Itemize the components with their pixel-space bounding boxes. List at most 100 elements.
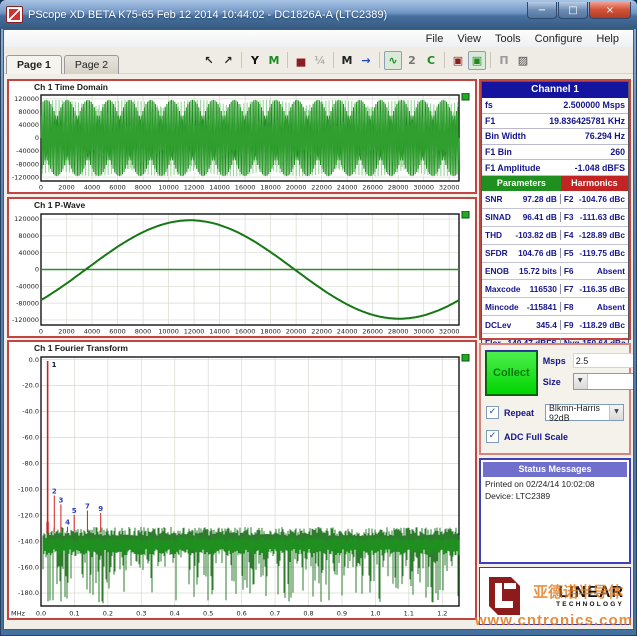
window-title: PScope XD BETA K75-65 Feb 12 2014 10:44:… [28,9,527,21]
svg-text:-100.0: -100.0 [18,485,39,493]
svg-text:10000: 10000 [158,184,179,192]
param-harm-row: SFDR104.76 dBF5-119.75 dBc [482,245,628,263]
cursor-tool-icon[interactable]: ↖ [200,51,218,70]
size-value: 32768 [588,377,634,387]
svg-text:-80000: -80000 [16,160,39,168]
status-header: Status Messages [483,462,627,477]
menu-item-file[interactable]: File [420,32,450,46]
param-harm-row: Maxcode116530F7-116.35 dBc [482,280,628,298]
svg-text:6000: 6000 [109,328,126,336]
size-combobox[interactable]: ▼ 32768 [573,373,634,390]
display-red-icon[interactable]: ▣ [449,51,467,70]
size-label: Size [543,377,569,387]
filter-response-icon[interactable]: ∿ [384,51,402,70]
svg-text:28000: 28000 [388,328,409,336]
lt-logo-icon [486,575,522,617]
app-window: PScope XD BETA K75-65 Feb 12 2014 10:44:… [0,0,637,636]
tab-page-2[interactable]: Page 2 [64,55,119,74]
svg-text:-40000: -40000 [16,147,39,155]
svg-text:9: 9 [98,505,103,513]
collect-panel: Collect Msps Size ▼ 32768 [479,343,631,455]
menu-item-configure[interactable]: Configure [529,32,589,46]
harmonics-header: Harmonics [561,176,628,191]
collect-button[interactable]: Collect [486,351,537,395]
svg-text:0.1: 0.1 [69,610,79,618]
device-config-icon[interactable]: 2 [403,51,421,70]
param-harm-row: THD-103.82 dBF4-128.89 dBc [482,227,628,245]
svg-text:-120000: -120000 [12,316,39,324]
menu-item-tools[interactable]: Tools [489,32,527,46]
app-icon [6,6,23,23]
svg-text:18000: 18000 [260,184,281,192]
fft-panel: Ch 1 Fourier Transform 0.00.10.20.30.40.… [7,340,477,620]
quarter-scale-icon[interactable]: ¼ [311,51,329,70]
status-lines: Printed on 02/24/14 10:02:08Device: LTC2… [483,477,627,501]
svg-text:0: 0 [39,328,43,336]
svg-text:1: 1 [52,361,57,369]
chevron-down-icon[interactable]: ▼ [574,374,588,389]
svg-text:2000: 2000 [58,328,75,336]
svg-text:24000: 24000 [337,184,358,192]
minimize-button[interactable]: − [527,2,557,19]
status-line: Device: LTC2389 [483,489,627,501]
logo-technology-text: TECHNOLOGY [527,601,624,608]
svg-text:0.3: 0.3 [136,610,146,618]
svg-text:8000: 8000 [135,184,152,192]
svg-text:8000: 8000 [135,328,152,336]
svg-text:32000: 32000 [439,328,460,336]
close-button[interactable]: × [589,2,631,19]
info-row: F119.836425781 KHz [482,114,628,130]
p-wave-panel: Ch 1 P-Wave 0200040006000800010000120001… [7,197,477,338]
svg-text:-40000: -40000 [16,283,39,291]
svg-text:MHz: MHz [11,610,25,618]
y-scale-icon[interactable]: Y [246,51,264,70]
svg-text:80000: 80000 [18,232,39,240]
maximize-button[interactable]: □ [558,2,588,19]
copy-data-icon[interactable]: C [422,51,440,70]
svg-text:-180.0: -180.0 [18,589,39,597]
time-domain-chart[interactable]: 0200040006000800010000120001400016000180… [9,93,471,192]
title-bar[interactable]: PScope XD BETA K75-65 Feb 12 2014 10:44:… [0,0,637,29]
menu-item-view[interactable]: View [451,32,487,46]
repeat-label: Repeat [504,408,534,418]
channel-header: Channel 1 [482,82,628,98]
svg-text:-80000: -80000 [16,299,39,307]
histogram-icon[interactable]: ▅ [292,51,310,70]
svg-text:4000: 4000 [84,328,101,336]
toolbar-icons: ↖↗YM▅¼M→∿2C▣▣Π▨ [200,49,532,71]
marker-icon[interactable]: M [265,51,283,70]
channel-info-rows: fs2.500000 MspsF119.836425781 KHzBin Wid… [482,98,628,176]
svg-text:30000: 30000 [413,184,434,192]
svg-text:20000: 20000 [286,328,307,336]
window-combobox[interactable]: Blkmn-Harris 92dB ▼ [545,404,624,421]
svg-text:26000: 26000 [362,328,383,336]
menu-item-help[interactable]: Help [590,32,625,46]
repeat-checkbox[interactable]: ✓ [486,406,499,419]
adc-full-scale-checkbox[interactable]: ✓ [486,430,499,443]
param-harm-row: SNR97.28 dBF2-104.76 dBc [482,191,628,209]
fft-title: Ch 1 Fourier Transform [9,342,475,354]
notes-icon[interactable]: ▨ [514,51,532,70]
svg-text:20000: 20000 [286,184,307,192]
svg-text:32000: 32000 [439,184,460,192]
svg-text:0: 0 [35,266,39,274]
svg-text:0.9: 0.9 [337,610,347,618]
tab-page-1[interactable]: Page 1 [6,55,62,74]
p-wave-chart[interactable]: 0200040006000800010000120001400016000180… [9,211,471,336]
average-icon[interactable]: → [357,51,375,70]
svg-text:120000: 120000 [14,95,39,103]
display-green-icon[interactable]: ▣ [468,51,486,70]
svg-text:0.6: 0.6 [236,610,246,618]
window-value: Blkmn-Harris 92dB [546,403,609,423]
fft-chart[interactable]: 0.00.10.20.30.40.50.60.70.80.91.01.11.20… [9,354,471,618]
pi-tool-icon[interactable]: Π [495,51,513,70]
time-domain-title: Ch 1 Time Domain [9,81,475,93]
svg-text:12000: 12000 [184,184,205,192]
param-harm-row: Mincode-115841F8Absent [482,298,628,316]
toolbar-separator [333,52,334,68]
zoom-tool-icon[interactable]: ↗ [219,51,237,70]
svg-text:16000: 16000 [235,184,256,192]
chevron-down-icon[interactable]: ▼ [609,405,623,420]
max-hold-icon[interactable]: M [338,51,356,70]
msps-input[interactable] [573,353,634,368]
